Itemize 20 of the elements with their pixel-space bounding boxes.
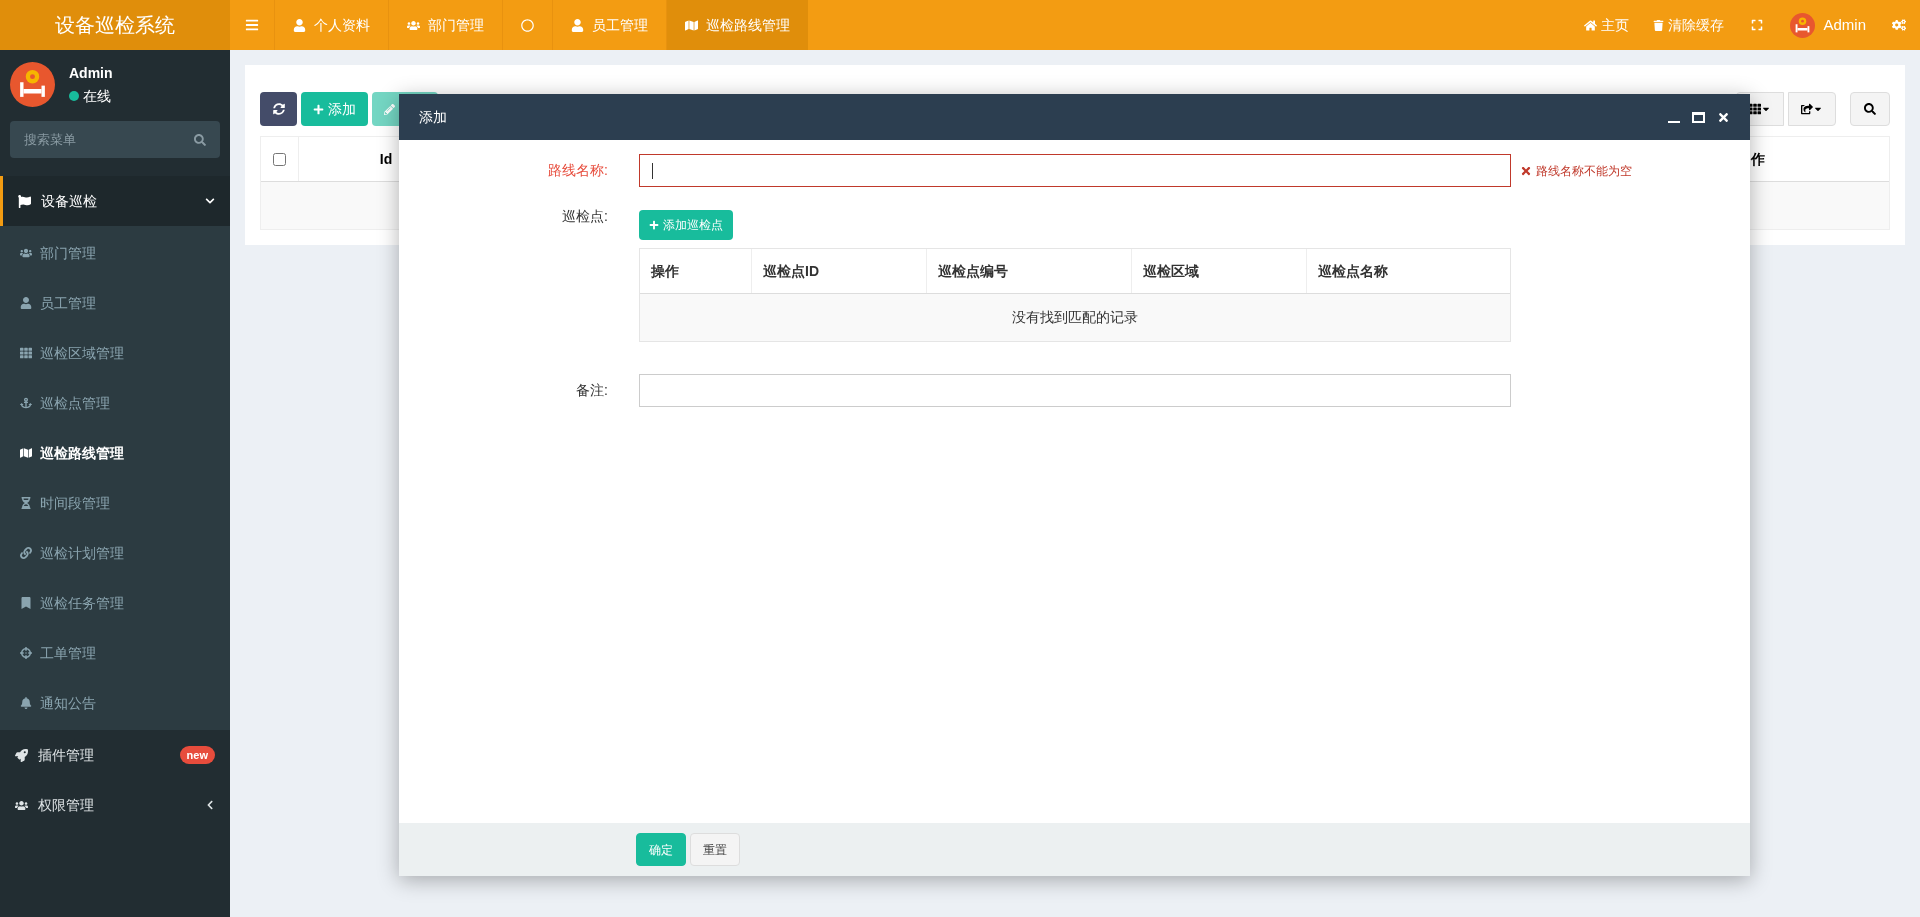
error-message: 路线名称不能为空	[1520, 161, 1632, 180]
user-status: 在线	[83, 86, 111, 106]
menu-group-label: 权限管理	[38, 795, 95, 815]
field-label: 巡检点:	[562, 207, 608, 226]
column-header: 巡检点编号	[938, 261, 1008, 281]
dialog-title: 添加	[419, 107, 448, 127]
field-label: 路线名称:	[548, 161, 608, 180]
sidebar-user-name: Admin	[69, 63, 113, 83]
field-label: 备注:	[576, 381, 608, 400]
column-header: 操作	[651, 261, 679, 281]
column-header: 巡检点ID	[763, 261, 819, 281]
menu-group-label: 插件管理	[38, 745, 95, 765]
column-header: 作	[1751, 149, 1765, 169]
menu-group-label: 设备巡检	[41, 191, 98, 211]
column-header: 巡检点名称	[1318, 261, 1388, 281]
column-header: Id	[379, 149, 393, 169]
column-header: 巡检区域	[1143, 261, 1199, 281]
empty-table-message: 没有找到匹配的记录	[1012, 308, 1138, 327]
new-badge: new	[179, 746, 215, 764]
app-title: 设备巡检系统	[0, 0, 230, 50]
